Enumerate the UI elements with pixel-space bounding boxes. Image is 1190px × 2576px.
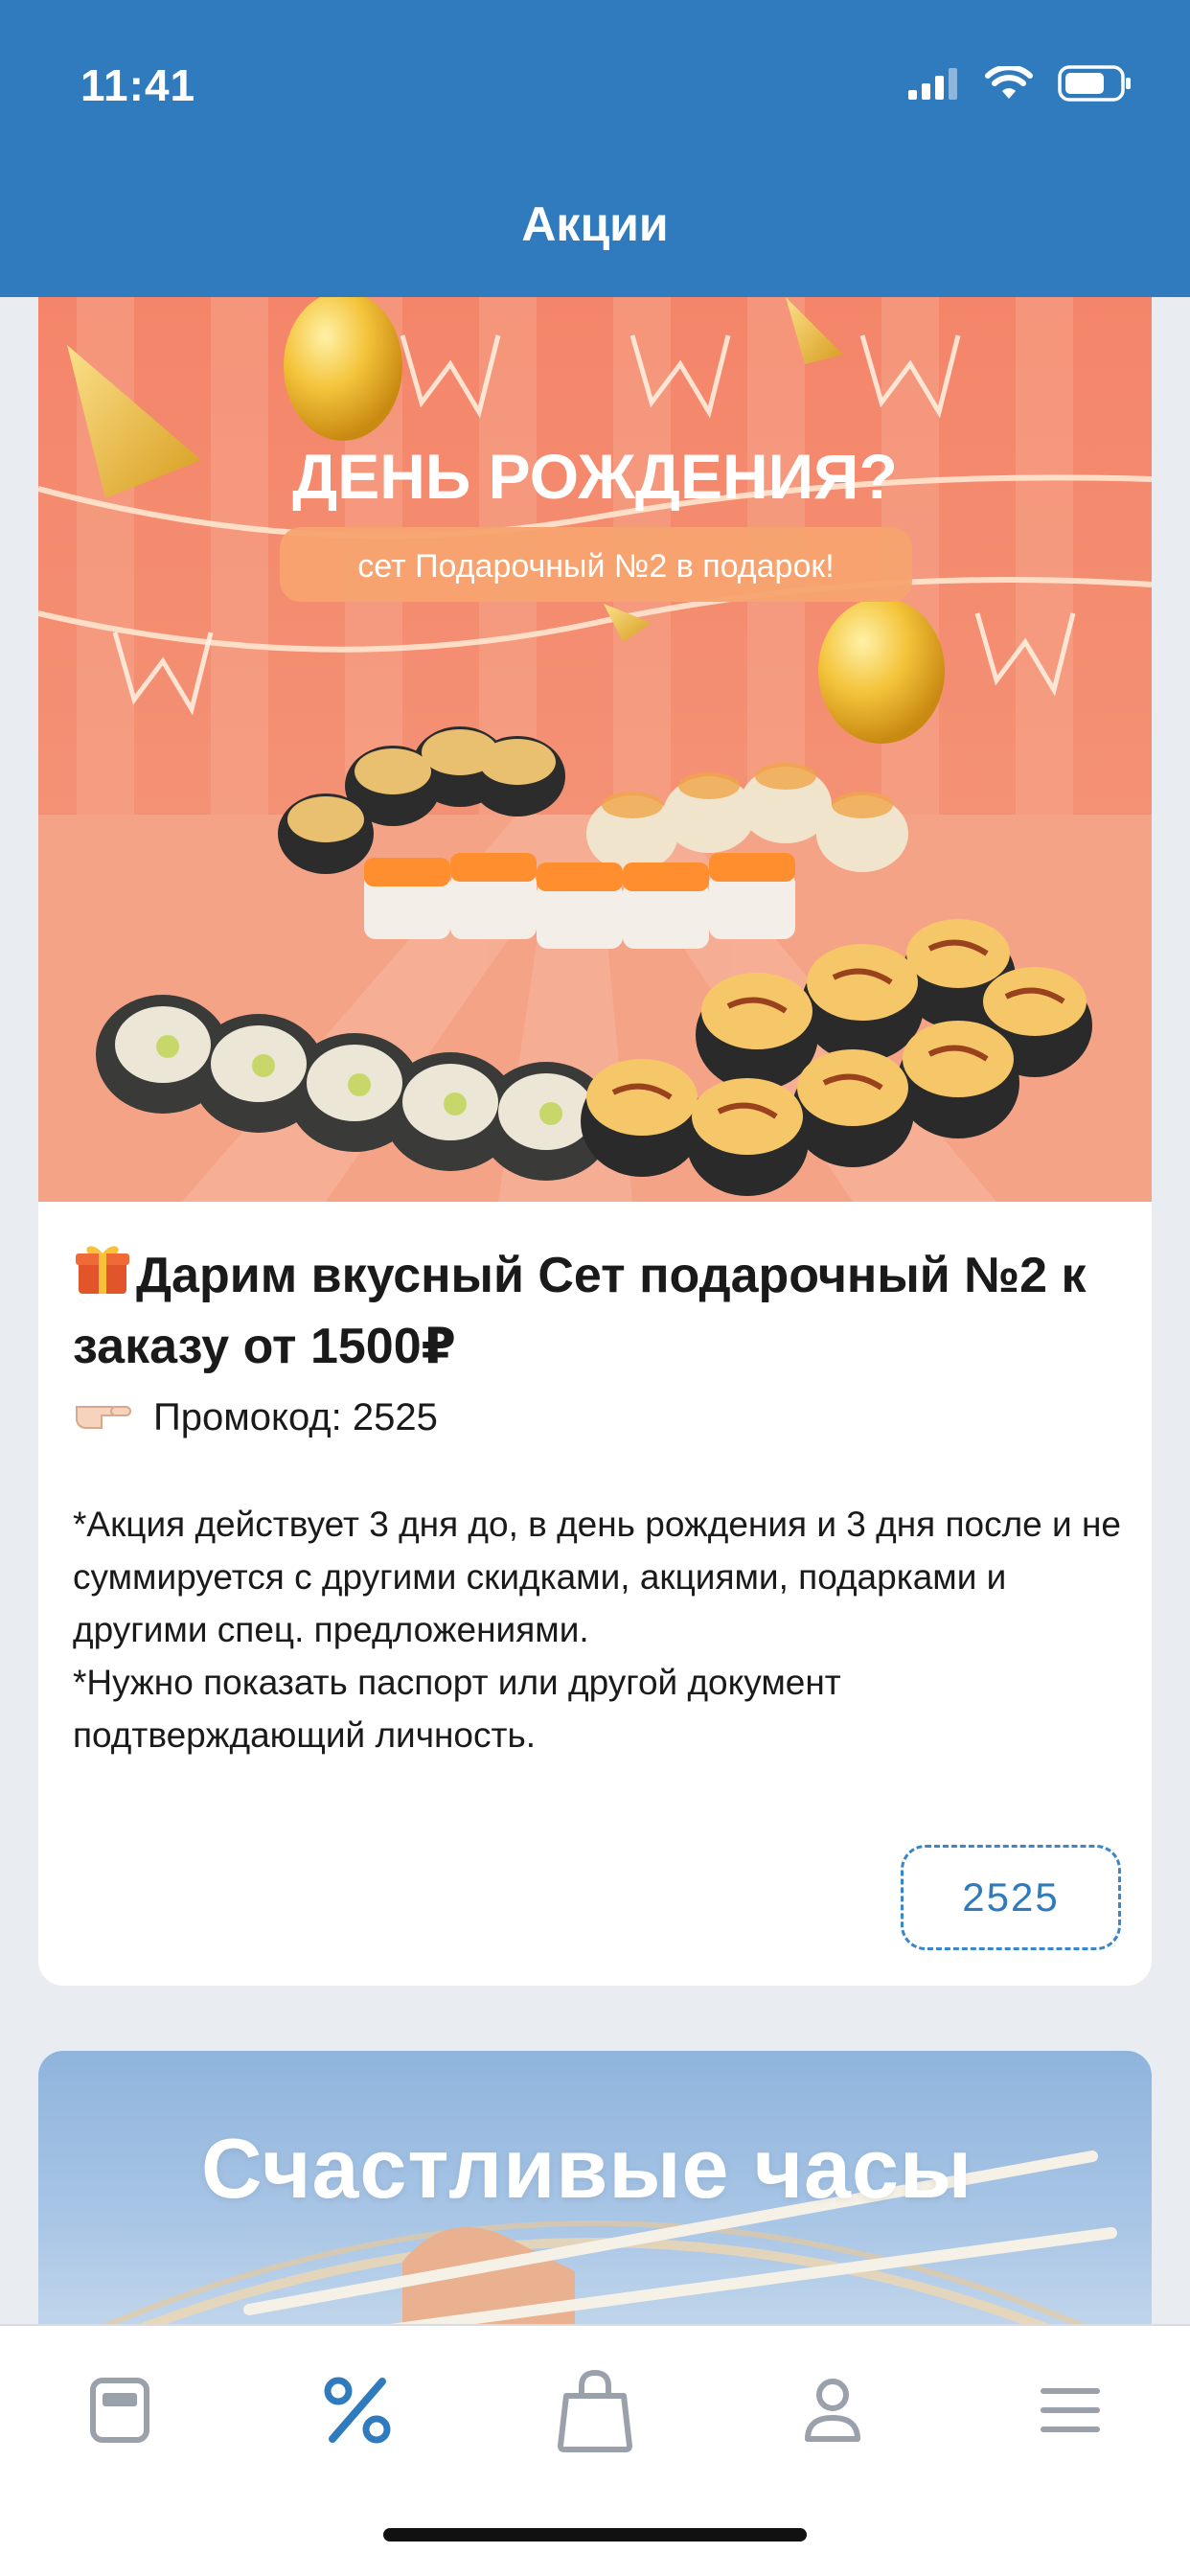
status-icons [906, 64, 1133, 106]
copy-promo-code-button[interactable]: 2525 [901, 1845, 1121, 1950]
banner-headline: ДЕНЬ РОЖДЕНИЯ? [292, 441, 898, 512]
shopping-bag-icon [555, 2367, 635, 2458]
wifi-icon [985, 64, 1033, 105]
profile-icon [803, 2376, 862, 2450]
status-time: 11:41 [80, 60, 196, 110]
pointing-hand-icon [73, 1393, 134, 1441]
signal-icon [906, 67, 960, 104]
promo-card[interactable]: ДЕНЬ РОЖДЕНИЯ? сет Подарочный №2 в подар… [38, 297, 1152, 1986]
tab-promotions[interactable] [300, 2364, 415, 2460]
next-promo-card[interactable]: Счастливые часы [38, 2051, 1152, 2338]
hamburger-menu-icon [1040, 2384, 1101, 2441]
home-indicator [383, 2528, 807, 2542]
promo-title-text: Дарим вкусный Сет подарочный №2 к заказу… [73, 1248, 1087, 1374]
percent-icon [323, 2376, 392, 2450]
tab-cart[interactable] [538, 2364, 652, 2460]
menu-card-icon [88, 2376, 151, 2450]
banner-subline: сет Подарочный №2 в подарок! [357, 548, 834, 585]
promo-code-label: Промокод: 2525 [153, 1395, 438, 1438]
battery-icon [1058, 65, 1133, 106]
promo-title: Дарим вкусный Сет подарочный №2 к заказу… [73, 1238, 1127, 1379]
page-title: Акции [521, 197, 669, 251]
tab-more[interactable] [1013, 2364, 1128, 2460]
tab-menu[interactable] [62, 2364, 177, 2460]
promo-description: *Акция действует 3 дня до, в день рожден… [73, 1505, 1121, 1755]
tab-profile[interactable] [775, 2364, 890, 2460]
gift-icon [73, 1238, 132, 1314]
promo-banner-image: ДЕНЬ РОЖДЕНИЯ? сет Подарочный №2 в подар… [38, 297, 1152, 1202]
app-header: 11:41 Акции [0, 0, 1190, 297]
promo-code-row: Промокод: 2525 [73, 1393, 438, 1441]
next-promo-title: Счастливые часы [201, 2121, 973, 2216]
